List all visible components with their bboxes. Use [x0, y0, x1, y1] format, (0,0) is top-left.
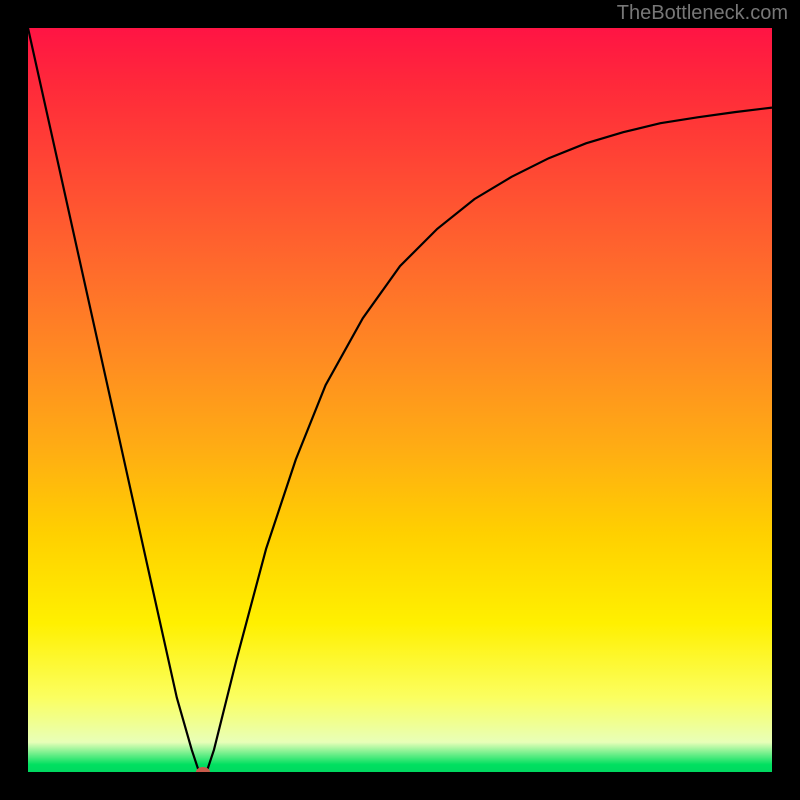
minimum-marker [196, 767, 210, 772]
chart-container: TheBottleneck.com [0, 0, 800, 800]
bottleneck-curve [28, 28, 772, 772]
plot-area [28, 28, 772, 772]
watermark: TheBottleneck.com [617, 2, 788, 25]
